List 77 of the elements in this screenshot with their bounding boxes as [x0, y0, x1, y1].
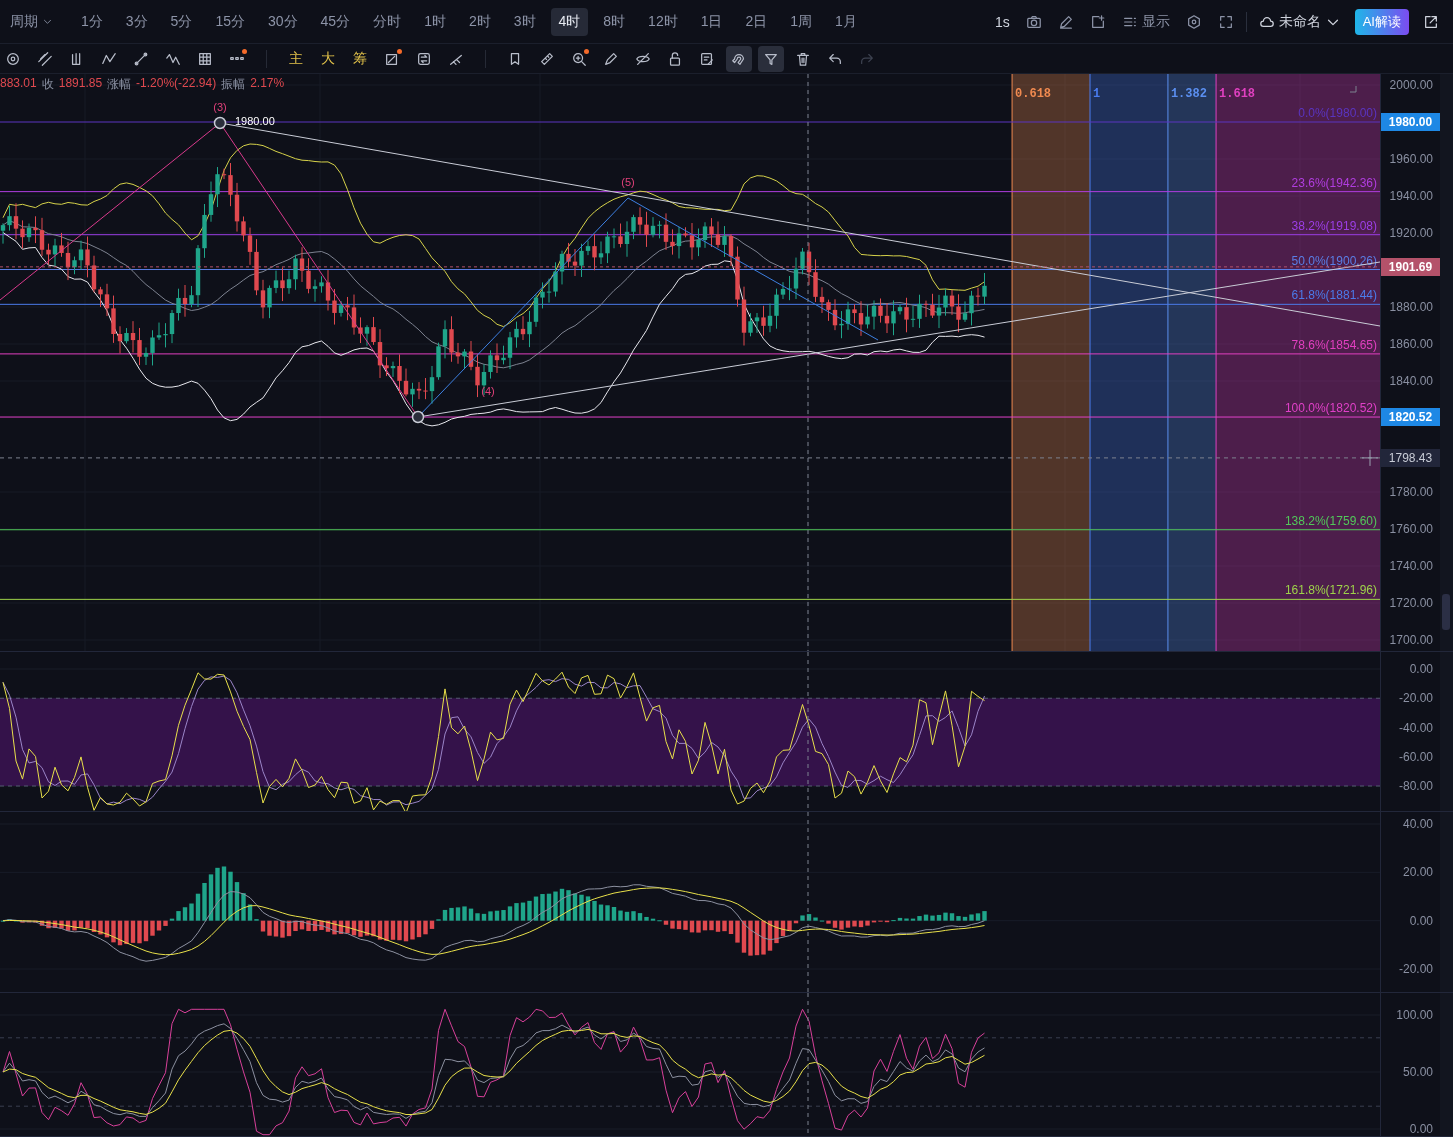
fib-level-label: 38.2%(1919.08): [1291, 218, 1377, 233]
axis-label: -80.00: [1398, 779, 1433, 793]
wave-label: (4): [481, 385, 495, 397]
axis-label: 1840.00: [1389, 374, 1433, 388]
fib-level-label: 61.8%(1881.44): [1291, 288, 1377, 303]
fib-level-label: 0.0%(1980.00): [1298, 106, 1377, 120]
period-dropdown[interactable]: 周期: [4, 8, 59, 35]
axis-label: 1720.00: [1389, 596, 1433, 610]
quote-label: 涨幅: [107, 76, 132, 93]
interval-tab[interactable]: 4时: [550, 7, 589, 36]
axis-label: 1920.00: [1389, 226, 1433, 240]
time-zone-label: 1.382: [1170, 87, 1207, 101]
fib-level-label: 161.8%(1721.96): [1284, 583, 1377, 598]
axis-label: 1940.00: [1389, 189, 1433, 203]
axis-label: 1700.00: [1389, 633, 1433, 647]
axis-label: 0.00: [1409, 662, 1433, 676]
layout-dropdown[interactable]: 未命名: [1250, 8, 1349, 35]
interval-tab[interactable]: 3时: [505, 7, 544, 36]
quote-value: 2.17%: [250, 76, 285, 92]
interval-tab[interactable]: 30分: [259, 7, 306, 36]
fib-level-label: 100.0%(1820.52): [1284, 401, 1377, 416]
axis-label: 50.00: [1402, 1065, 1433, 1079]
interval-tab[interactable]: 2时: [460, 7, 499, 36]
point-label: 1980.00: [235, 115, 275, 127]
ai-button[interactable]: AI解读: [1354, 8, 1409, 35]
axis-label: 20.00: [1402, 865, 1433, 880]
quote-value: 1891.85: [58, 76, 103, 92]
indicator-tool-button[interactable]: 筹: [347, 45, 373, 72]
display-button[interactable]: 显示: [1113, 8, 1178, 35]
time-zone-label: 0.618: [1015, 87, 1052, 101]
axis-label: 1740.00: [1389, 559, 1433, 573]
price-tag: 1901.69: [1381, 257, 1440, 276]
price-tag: 1798.43: [1381, 448, 1440, 467]
axis-label: -20.00: [1398, 962, 1433, 976]
axis-label: 100.00: [1396, 1008, 1433, 1022]
quote-label: 振幅: [221, 76, 246, 93]
axis-label: 1880.00: [1389, 300, 1433, 314]
axis-label: -60.00: [1398, 749, 1433, 764]
axis-label: -40.00: [1398, 720, 1433, 735]
wave-label: (5): [621, 176, 635, 188]
interval-tab[interactable]: 1日: [692, 7, 731, 36]
interval-tab[interactable]: 45分: [312, 7, 359, 36]
interval-tab[interactable]: 3分: [117, 7, 156, 36]
interval-tab[interactable]: 5分: [162, 7, 201, 36]
interval-tab[interactable]: 分时: [365, 7, 410, 36]
interval-tab[interactable]: 1时: [416, 7, 454, 36]
axis-label: 0.00: [1409, 1122, 1433, 1136]
time-zone-label: 1: [1093, 87, 1101, 101]
interval-tab[interactable]: 1月: [827, 7, 865, 36]
axis-label: 1760.00: [1389, 522, 1433, 536]
price-tag: 1820.52: [1381, 408, 1440, 427]
interval-tab[interactable]: 12时: [640, 7, 686, 36]
price-tag: 1980.00: [1381, 113, 1440, 131]
axis-label: 0.00: [1409, 913, 1433, 928]
interval-tab[interactable]: 2日: [737, 7, 776, 36]
axis-label: 2000.00: [1389, 78, 1433, 92]
quote-value: -1.20%(-22.94): [136, 76, 217, 92]
refresh-rate[interactable]: 1s: [986, 9, 1018, 34]
interval-tab[interactable]: 1分: [73, 7, 111, 36]
axis-label: 1960.00: [1389, 152, 1433, 166]
indicator-tool-button[interactable]: 主: [283, 45, 309, 72]
indicator-tool-button[interactable]: 大: [315, 45, 341, 72]
axis-label: 1860.00: [1389, 337, 1433, 351]
fib-level-label: 78.6%(1854.65): [1291, 337, 1377, 352]
fib-level-label: 50.0%(1900.26): [1291, 253, 1377, 268]
axis-label: 40.00: [1402, 817, 1433, 831]
interval-tab[interactable]: 15分: [207, 7, 253, 36]
wave-label: (3): [213, 101, 227, 113]
fib-level-label: 138.2%(1759.60): [1284, 513, 1377, 528]
quote-value: 883.01: [0, 76, 37, 92]
interval-tab[interactable]: 1周: [782, 7, 821, 36]
axis-label: -20.00: [1398, 691, 1433, 706]
fib-level-label: 23.6%(1942.36): [1291, 175, 1377, 190]
time-zone-label: 1.618: [1219, 87, 1256, 101]
interval-tab[interactable]: 8时: [595, 7, 634, 36]
axis-label: 1780.00: [1389, 485, 1433, 499]
quote-label: 收: [41, 76, 54, 93]
